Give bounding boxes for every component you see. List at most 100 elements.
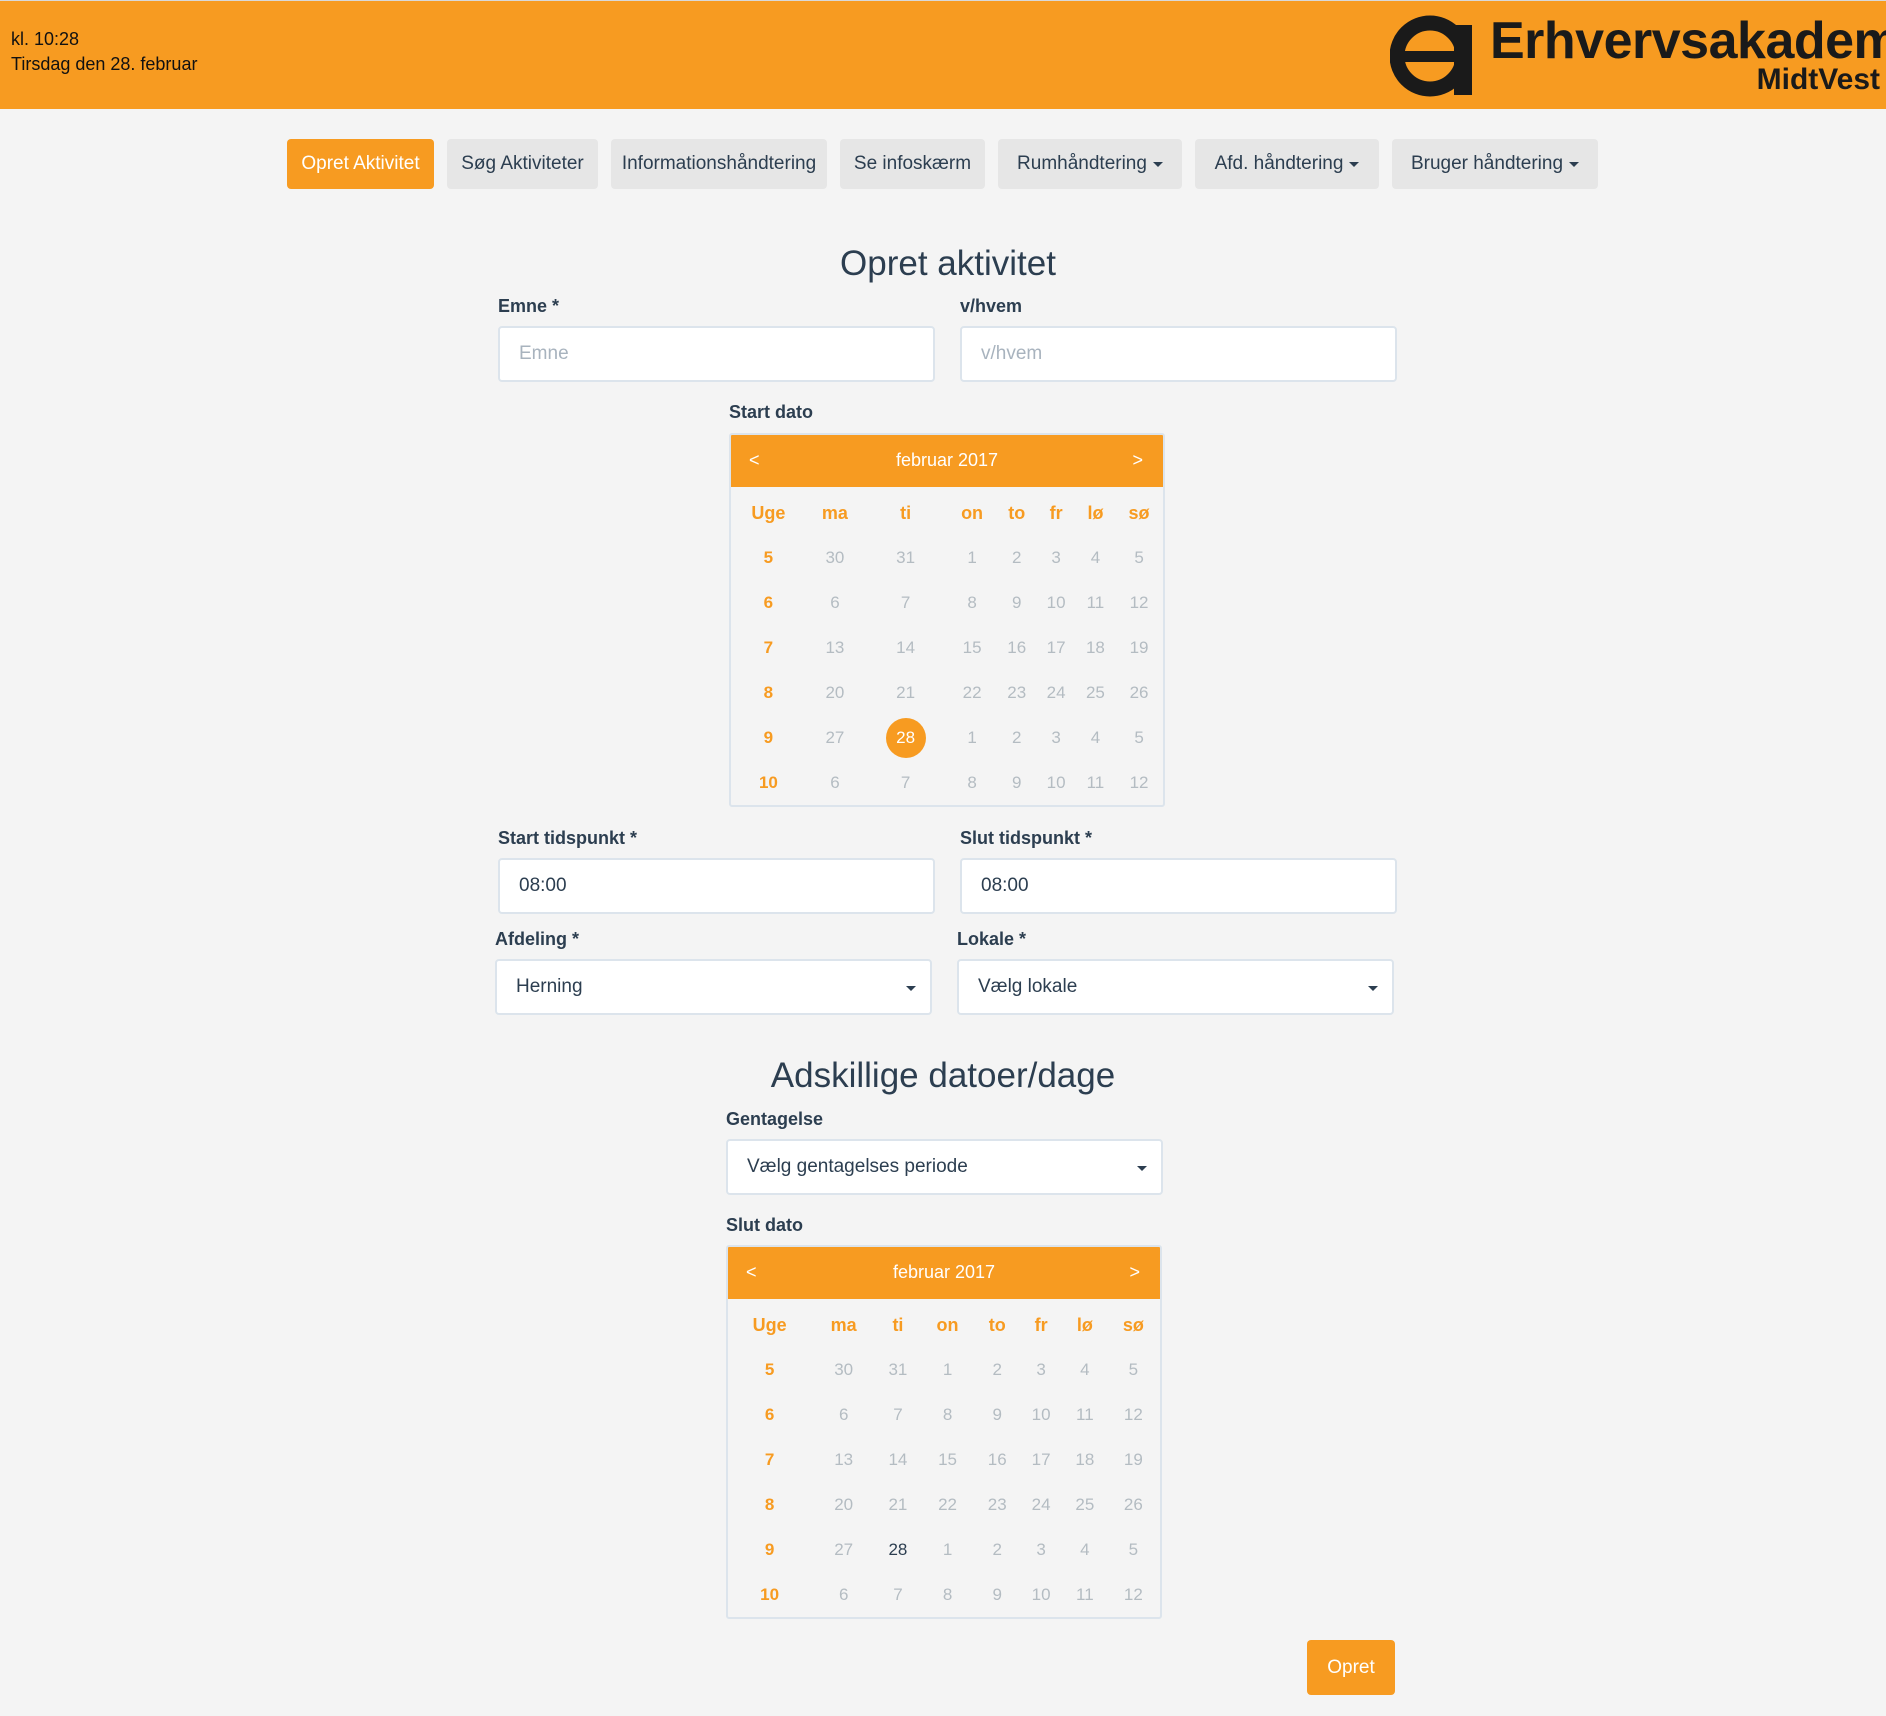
calendar-day[interactable]: 7	[876, 1572, 920, 1617]
calendar-day[interactable]: 31	[864, 535, 947, 580]
calendar-day[interactable]: 15	[947, 625, 997, 670]
next-month-button[interactable]: >	[1129, 1262, 1140, 1283]
nav-opret-aktivitet[interactable]: Opret Aktivitet	[287, 139, 434, 189]
calendar-day[interactable]: 2	[975, 1347, 1019, 1392]
nav-rumhaandtering[interactable]: Rumhåndtering	[998, 139, 1182, 189]
calendar-day[interactable]: 5	[1115, 715, 1163, 760]
calendar-day[interactable]: 24	[1036, 670, 1075, 715]
calendar-day[interactable]: 13	[806, 625, 864, 670]
calendar-day[interactable]: 7	[864, 580, 947, 625]
calendar-day[interactable]: 9	[975, 1392, 1019, 1437]
calendar-day[interactable]: 20	[806, 670, 864, 715]
calendar-day[interactable]: 17	[1036, 625, 1075, 670]
calendar-day[interactable]: 1	[947, 535, 997, 580]
calendar-day[interactable]: 10	[1019, 1392, 1063, 1437]
calendar-day[interactable]: 10	[1036, 760, 1075, 805]
calendar-day[interactable]: 9	[997, 580, 1036, 625]
calendar-day[interactable]: 12	[1115, 580, 1163, 625]
nav-afd-haandtering[interactable]: Afd. håndtering	[1195, 139, 1379, 189]
lokale-select[interactable]: Vælg lokale	[957, 959, 1394, 1015]
calendar-day[interactable]: 23	[997, 670, 1036, 715]
calendar-day[interactable]: 8	[920, 1392, 975, 1437]
calendar-day[interactable]: 8	[920, 1572, 975, 1617]
nav-soeg-aktiviteter[interactable]: Søg Aktiviteter	[447, 139, 598, 189]
calendar-day[interactable]: 4	[1063, 1347, 1107, 1392]
calendar-day[interactable]: 24	[1019, 1482, 1063, 1527]
nav-bruger-haandtering[interactable]: Bruger håndtering	[1392, 139, 1598, 189]
calendar-day[interactable]: 6	[811, 1392, 876, 1437]
calendar-day[interactable]: 3	[1019, 1347, 1063, 1392]
calendar-day[interactable]: 6	[806, 760, 864, 805]
calendar-day[interactable]: 4	[1076, 535, 1115, 580]
calendar-day[interactable]: 19	[1107, 1437, 1160, 1482]
calendar-day[interactable]: 25	[1076, 670, 1115, 715]
calendar-day[interactable]: 12	[1107, 1392, 1160, 1437]
calendar-day[interactable]: 26	[1115, 670, 1163, 715]
calendar-day[interactable]: 15	[920, 1437, 975, 1482]
nav-se-infoskaerm[interactable]: Se infoskærm	[840, 139, 985, 189]
calendar-day[interactable]: 2	[975, 1527, 1019, 1572]
calendar-day[interactable]: 31	[876, 1347, 920, 1392]
calendar-day[interactable]: 8	[947, 760, 997, 805]
calendar-day[interactable]: 8	[947, 580, 997, 625]
calendar-day[interactable]: 11	[1063, 1572, 1107, 1617]
calendar-day[interactable]: 3	[1019, 1527, 1063, 1572]
calendar-day[interactable]: 28	[876, 1527, 920, 1572]
calendar-day[interactable]: 10	[1019, 1572, 1063, 1617]
nav-informationshaandtering[interactable]: Informationshåndtering	[611, 139, 827, 189]
calendar-day[interactable]: 7	[864, 760, 947, 805]
calendar-day[interactable]: 5	[1107, 1527, 1160, 1572]
calendar-day[interactable]: 2	[997, 715, 1036, 760]
calendar-day[interactable]: 10	[1036, 580, 1075, 625]
calendar-day[interactable]: 23	[975, 1482, 1019, 1527]
emne-input[interactable]	[498, 326, 935, 382]
start-time-input[interactable]	[498, 858, 935, 914]
calendar-day[interactable]: 20	[811, 1482, 876, 1527]
calendar-day[interactable]: 27	[806, 715, 864, 760]
calendar-day[interactable]: 9	[975, 1572, 1019, 1617]
calendar-day[interactable]: 21	[876, 1482, 920, 1527]
calendar-day[interactable]: 22	[947, 670, 997, 715]
gentagelse-select[interactable]: Vælg gentagelses periode	[726, 1139, 1163, 1195]
next-month-button[interactable]: >	[1132, 450, 1143, 471]
calendar-day[interactable]: 14	[876, 1437, 920, 1482]
calendar-day-selected[interactable]: 28	[864, 715, 947, 760]
calendar-day[interactable]: 16	[997, 625, 1036, 670]
calendar-day[interactable]: 17	[1019, 1437, 1063, 1482]
calendar-day[interactable]: 13	[811, 1437, 876, 1482]
calendar-day[interactable]: 9	[997, 760, 1036, 805]
calendar-day[interactable]: 30	[811, 1347, 876, 1392]
calendar-day[interactable]: 5	[1115, 535, 1163, 580]
calendar-day[interactable]: 25	[1063, 1482, 1107, 1527]
calendar-day[interactable]: 18	[1076, 625, 1115, 670]
calendar-day[interactable]: 2	[997, 535, 1036, 580]
calendar-day[interactable]: 4	[1076, 715, 1115, 760]
calendar-day[interactable]: 11	[1076, 580, 1115, 625]
calendar-day[interactable]: 12	[1107, 1572, 1160, 1617]
calendar-day[interactable]: 7	[876, 1392, 920, 1437]
opret-button[interactable]: Opret	[1307, 1640, 1395, 1695]
end-time-input[interactable]	[960, 858, 1397, 914]
calendar-day[interactable]: 14	[864, 625, 947, 670]
calendar-day[interactable]: 11	[1076, 760, 1115, 805]
calendar-day[interactable]: 6	[811, 1572, 876, 1617]
calendar-day[interactable]: 27	[811, 1527, 876, 1572]
calendar-day[interactable]: 3	[1036, 715, 1075, 760]
calendar-day[interactable]: 19	[1115, 625, 1163, 670]
calendar-day[interactable]: 1	[947, 715, 997, 760]
calendar-day[interactable]: 18	[1063, 1437, 1107, 1482]
calendar-day[interactable]: 22	[920, 1482, 975, 1527]
calendar-day[interactable]: 12	[1115, 760, 1163, 805]
calendar-day[interactable]: 11	[1063, 1392, 1107, 1437]
calendar-day[interactable]: 5	[1107, 1347, 1160, 1392]
calendar-day[interactable]: 4	[1063, 1527, 1107, 1572]
vhvem-input[interactable]	[960, 326, 1397, 382]
calendar-day[interactable]: 6	[806, 580, 864, 625]
calendar-day[interactable]: 26	[1107, 1482, 1160, 1527]
calendar-day[interactable]: 3	[1036, 535, 1075, 580]
calendar-day[interactable]: 21	[864, 670, 947, 715]
calendar-day[interactable]: 1	[920, 1347, 975, 1392]
calendar-day[interactable]: 1	[920, 1527, 975, 1572]
afdeling-select[interactable]: Herning	[495, 959, 932, 1015]
calendar-day[interactable]: 16	[975, 1437, 1019, 1482]
